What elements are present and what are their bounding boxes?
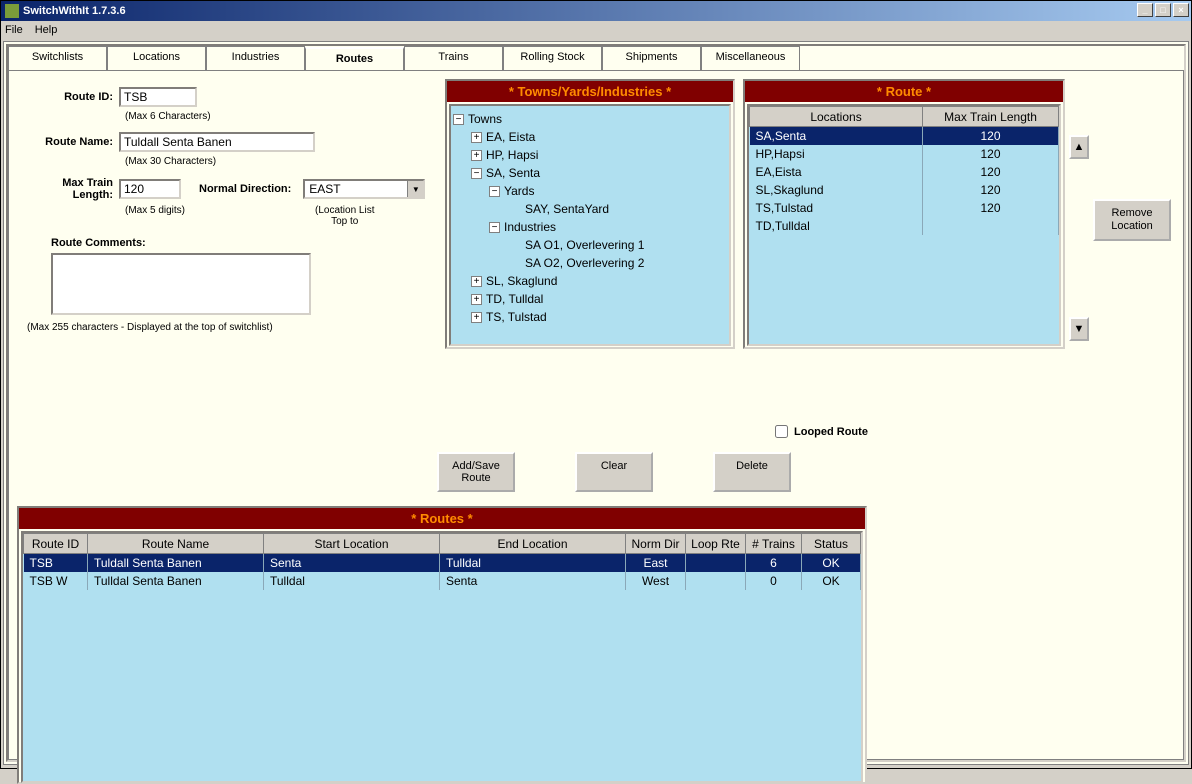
expand-icon[interactable]: +: [471, 294, 482, 305]
max-train-length-input[interactable]: [119, 179, 181, 199]
towns-panel: * Towns/Yards/Industries * −Towns +EA, E…: [445, 79, 735, 349]
menubar: File Help: [1, 21, 1191, 39]
collapse-icon[interactable]: −: [489, 222, 500, 233]
tree-item[interactable]: Industries: [504, 220, 556, 234]
collapse-icon[interactable]: −: [489, 186, 500, 197]
tab-shipments[interactable]: Shipments: [602, 46, 701, 70]
tab-routes[interactable]: Routes: [305, 47, 404, 71]
app-icon: [5, 4, 19, 18]
remove-location-button[interactable]: Remove Location: [1093, 199, 1171, 241]
route-form: Route ID: (Max 6 Characters) Route Name:…: [17, 79, 437, 419]
collapse-icon[interactable]: −: [453, 114, 464, 125]
col-loop-rte[interactable]: Loop Rte: [686, 534, 746, 554]
collapse-icon[interactable]: −: [471, 168, 482, 179]
expand-icon[interactable]: +: [471, 150, 482, 161]
route-name-hint: (Max 30 Characters): [125, 156, 433, 167]
route-comments-input[interactable]: [51, 253, 311, 315]
towns-tree[interactable]: −Towns +EA, Eista +HP, Hapsi −SA, Senta …: [449, 104, 731, 346]
table-row[interactable]: TS,Tulstad120: [750, 199, 1059, 217]
route-id-input[interactable]: [119, 87, 197, 107]
tree-item[interactable]: TD, Tulldal: [486, 292, 543, 306]
routes-panel: * Routes * Route ID Route Name Start Loc…: [17, 506, 867, 784]
tree-item[interactable]: SL, Skaglund: [486, 274, 557, 288]
tree-item[interactable]: SA O2, Overlevering 2: [525, 256, 644, 270]
add-save-route-button[interactable]: Add/Save Route: [437, 452, 515, 492]
route-name-label: Route Name:: [21, 136, 119, 148]
expand-icon[interactable]: +: [471, 276, 482, 287]
routes-table[interactable]: Route ID Route Name Start Location End L…: [23, 533, 861, 590]
tab-locations[interactable]: Locations: [107, 46, 206, 70]
route-panel-title: * Route *: [745, 81, 1063, 102]
table-row[interactable]: TSBTuldall Senta Banen SentaTulldal East…: [24, 554, 861, 572]
table-row[interactable]: TSB WTulldal Senta Banen TulldalSenta We…: [24, 572, 861, 590]
normal-direction-hint: (Location ListTop to: [315, 205, 374, 227]
normal-direction-label: Normal Direction:: [199, 183, 297, 195]
route-panel: * Route * Locations Max Train Length SA,…: [743, 79, 1065, 349]
tab-rollingstock[interactable]: Rolling Stock: [503, 46, 602, 70]
route-id-hint: (Max 6 Characters): [125, 111, 433, 122]
tree-item[interactable]: SA O1, Overlevering 1: [525, 238, 644, 252]
looped-route-checkbox[interactable]: [775, 425, 788, 438]
tree-item[interactable]: SAY, SentaYard: [525, 202, 609, 216]
menu-file[interactable]: File: [5, 24, 23, 36]
col-route-name[interactable]: Route Name: [88, 534, 264, 554]
clear-button[interactable]: Clear: [575, 452, 653, 492]
delete-button[interactable]: Delete: [713, 452, 791, 492]
expand-icon[interactable]: +: [471, 132, 482, 143]
col-trains[interactable]: # Trains: [746, 534, 802, 554]
tab-miscellaneous[interactable]: Miscellaneous: [701, 46, 800, 70]
max-train-length-hint: (Max 5 digits): [125, 205, 185, 217]
chevron-down-icon[interactable]: ▼: [407, 181, 423, 197]
tree-root[interactable]: Towns: [468, 112, 502, 126]
col-end-location[interactable]: End Location: [440, 534, 626, 554]
route-id-label: Route ID:: [21, 91, 119, 103]
move-up-button[interactable]: ▲: [1069, 135, 1089, 159]
close-button[interactable]: ×: [1173, 3, 1189, 17]
table-row[interactable]: TD,Tulldal: [750, 217, 1059, 235]
move-down-button[interactable]: ▼: [1069, 317, 1089, 341]
tabs: Switchlists Locations Industries Routes …: [8, 46, 1184, 70]
tree-item[interactable]: EA, Eista: [486, 130, 535, 144]
col-norm-dir[interactable]: Norm Dir: [626, 534, 686, 554]
tree-item[interactable]: SA, Senta: [486, 166, 540, 180]
tab-trains[interactable]: Trains: [404, 46, 503, 70]
expand-icon[interactable]: +: [471, 312, 482, 323]
window-title: SwitchWithIt 1.7.3.6: [23, 5, 126, 17]
route-comments-label: Route Comments:: [51, 237, 433, 249]
col-route-id[interactable]: Route ID: [24, 534, 88, 554]
col-status[interactable]: Status: [802, 534, 861, 554]
tab-industries[interactable]: Industries: [206, 46, 305, 70]
route-comments-hint: (Max 255 characters - Displayed at the t…: [27, 322, 433, 333]
col-locations[interactable]: Locations: [750, 107, 923, 127]
minimize-button[interactable]: _: [1137, 3, 1153, 17]
tree-item[interactable]: HP, Hapsi: [486, 148, 538, 162]
table-row[interactable]: SA,Senta120: [750, 127, 1059, 145]
table-row[interactable]: HP,Hapsi120: [750, 145, 1059, 163]
maximize-button[interactable]: □: [1155, 3, 1171, 17]
route-locations-table[interactable]: Locations Max Train Length SA,Senta120 H…: [749, 106, 1059, 235]
normal-direction-select[interactable]: EAST ▼: [303, 179, 425, 199]
table-row[interactable]: SL,Skaglund120: [750, 181, 1059, 199]
routes-panel-title: * Routes *: [19, 508, 865, 529]
titlebar: SwitchWithIt 1.7.3.6 _ □ ×: [1, 1, 1191, 21]
table-row[interactable]: EA,Eista120: [750, 163, 1059, 181]
tree-item[interactable]: TS, Tulstad: [486, 310, 547, 324]
towns-panel-title: * Towns/Yards/Industries *: [447, 81, 733, 102]
route-name-input[interactable]: [119, 132, 315, 152]
col-start-location[interactable]: Start Location: [264, 534, 440, 554]
col-max-train-length[interactable]: Max Train Length: [923, 107, 1059, 127]
menu-help[interactable]: Help: [35, 24, 58, 36]
max-train-length-label: Max TrainLength:: [21, 177, 119, 201]
tab-switchlists[interactable]: Switchlists: [8, 46, 107, 70]
tree-item[interactable]: Yards: [504, 184, 534, 198]
looped-route-label: Looped Route: [794, 426, 868, 438]
